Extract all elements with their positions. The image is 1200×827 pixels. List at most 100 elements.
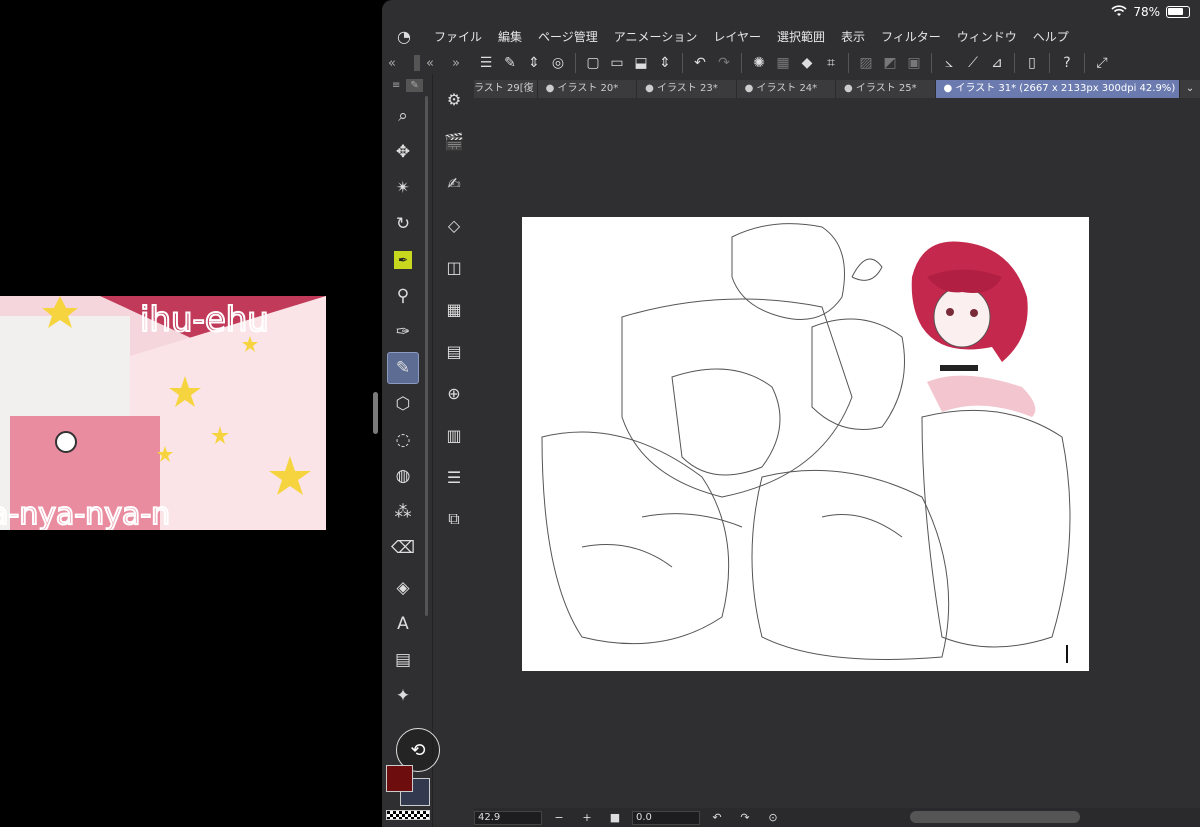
invert-selection-icon[interactable]: ◩ [878,51,902,75]
doc-tab-active[interactable]: ● イラスト 31* (2667 x 2133px 300dpi 42.9%) [935,80,1181,98]
select-all-icon[interactable]: ▣ [902,51,926,75]
brush-size-icon[interactable]: ✍ [433,162,475,204]
chevron-updown-icon-2[interactable]: ⇕ [653,51,677,75]
navigator-icon[interactable]: ◫ [433,246,475,288]
pen-tab-icon[interactable]: ✎ [406,78,423,92]
clip-studio-icon[interactable]: ◎ [546,51,570,75]
pen-tool-icon[interactable]: ✑ [387,316,419,348]
timeline-icon[interactable]: ▥ [433,414,475,456]
menu-selection[interactable]: 選択範囲 [769,28,833,45]
text-tool-icon[interactable]: A [387,608,419,640]
rotation-field[interactable]: 0.0 [632,810,700,825]
menu-window[interactable]: ウィンドウ [949,28,1025,45]
reset-rotation-icon[interactable]: ⊙ [762,811,784,824]
airbrush-icon[interactable]: ⁂ [387,496,419,528]
collapse-left-icon[interactable]: « [388,56,396,71]
lasso-tool-icon[interactable]: ◌ [387,424,419,456]
divider [1084,53,1085,73]
menu-animation[interactable]: アニメーション [606,28,706,45]
menu-edit[interactable]: 編集 [490,28,530,45]
clip-studio-logo-icon[interactable]: ◔ [382,27,426,46]
color-palette-icon[interactable]: ▦ [433,288,475,330]
loading-icon[interactable]: ✺ [747,51,771,75]
clip-studio-window: 78% ◔ ファイル 編集 ページ管理 アニメーション レイヤー 選択範囲 表示… [382,0,1200,827]
menu-layer[interactable]: レイヤー [705,28,769,45]
fill-icon[interactable]: ◆ [795,51,819,75]
blend-tool-icon[interactable]: ◍ [387,460,419,492]
red-haired-character [911,241,1036,417]
undo-icon[interactable]: ↶ [688,51,712,75]
list-icon[interactable]: ≡ [392,80,400,91]
collapse-left-icon-2[interactable]: « [426,56,434,71]
crop-icon[interactable]: ⌗ [819,51,843,75]
transparent-color-swatch[interactable] [386,810,430,820]
canvas-workspace[interactable] [474,98,1200,808]
doc-tab[interactable]: ● イラスト 23* [637,80,737,98]
redo-icon[interactable]: ↷ [712,51,736,75]
panel-drag-handle[interactable] [413,55,420,71]
doc-tab[interactable]: ● イラスト 24* [737,80,837,98]
fit-screen-icon[interactable]: ■ [604,811,626,824]
main-color-swatch[interactable] [386,765,413,792]
gradient-tool-icon[interactable]: ▤ [387,644,419,676]
rotate-left-icon[interactable]: ↶ [706,811,728,824]
command-bar: « « » ☰ ✎ ⇕ ◎ ▢ ▭ ⬓ ⇕ ↶ ↷ ✺ ▦ ◆ ⌗ ▨ ◩ ▣ … [382,48,1200,78]
drawing-canvas[interactable] [522,217,1089,671]
tool-property-icon[interactable]: ⚙ [433,78,475,120]
chevron-down-icon[interactable]: ⌄ [1180,80,1200,98]
expand-right-icon[interactable]: » [452,56,460,71]
horizontal-scrollbar[interactable] [910,811,1080,823]
divider [848,53,849,73]
zoom-out-button[interactable]: − [548,811,570,824]
tool-scrollbar[interactable] [425,96,428,616]
fullscreen-icon[interactable]: ⤢ [1090,51,1114,75]
menu-filter[interactable]: フィルター [873,28,949,45]
screen: ihu-ehu a-nya-nya-n 78% ◔ ファイル 編集 ページ管理 … [0,0,1200,827]
video-thumbnail[interactable]: ihu-ehu a-nya-nya-n [0,296,326,530]
material-icon[interactable]: ▤ [433,330,475,372]
move-tool-icon[interactable]: ✥ [387,136,419,168]
ruler-snap-icon[interactable]: ⦣ [937,51,961,75]
pen-tool-active-icon[interactable]: ✎ [387,352,419,384]
new-file-icon[interactable]: ▢ [581,51,605,75]
grid-snap-icon[interactable]: ⊿ [985,51,1009,75]
line-art-illustration [541,223,1071,663]
layers-icon[interactable]: ◇ [433,204,475,246]
operation-tool-icon[interactable]: ✴ [387,172,419,204]
svg-text:a-nya-nya-n: a-nya-nya-n [0,497,170,530]
layer-search-icon[interactable]: ⧉ [433,498,475,540]
menu-help[interactable]: ヘルプ [1025,28,1077,45]
eyedropper-icon[interactable]: ⚲ [387,280,419,312]
divider [1014,53,1015,73]
save-icon[interactable]: ⬓ [629,51,653,75]
menu-file[interactable]: ファイル [426,28,490,45]
zoom-field[interactable]: 42.9 [474,810,542,825]
fill-tool-icon[interactable]: ◈ [387,572,419,604]
zoom-in-button[interactable]: + [576,811,598,824]
smartphone-icon[interactable]: ▯ [1020,51,1044,75]
deselect-icon[interactable]: ▨ [854,51,878,75]
chevron-updown-icon[interactable]: ⇕ [522,51,546,75]
open-folder-icon[interactable]: ▭ [605,51,629,75]
sparkle-tool-icon[interactable]: ✦ [387,680,419,712]
zoom-tool-icon[interactable]: ⌕ [387,100,419,132]
layer-property-icon[interactable]: ☰ [433,456,475,498]
highlight-pen-icon[interactable]: ✒ [387,244,419,276]
doc-tab[interactable]: ● イラスト 25* [836,80,936,98]
decoration-tool-icon[interactable]: ⬡ [387,388,419,420]
eraser-icon[interactable]: ⌫ [387,532,419,564]
edit-icon[interactable]: ✎ [498,51,522,75]
special-ruler-icon[interactable]: ⟋ [961,51,985,75]
auto-action-icon[interactable]: ⊕ [433,372,475,414]
menu-view[interactable]: 表示 [833,28,873,45]
menu-page[interactable]: ページ管理 [530,28,606,45]
doc-tab[interactable]: ● イラスト 20* [538,80,638,98]
animation-icon[interactable]: 🎬 [433,120,475,162]
split-view-divider-handle[interactable] [373,392,378,434]
doc-tab[interactable]: ラスト 29[復 [474,80,538,98]
hamburger-menu-icon[interactable]: ☰ [474,51,498,75]
rotate-right-icon[interactable]: ↷ [734,811,756,824]
help-icon[interactable]: ? [1055,51,1079,75]
rotate-tool-icon[interactable]: ↻ [387,208,419,240]
transform-icon[interactable]: ▦ [771,51,795,75]
